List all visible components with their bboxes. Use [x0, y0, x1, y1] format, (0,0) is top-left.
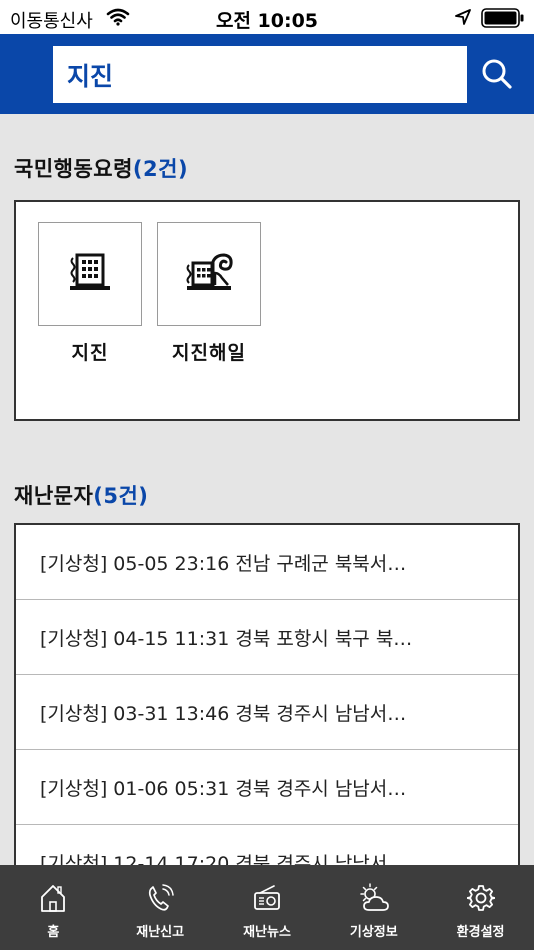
guide-card: 지진 지진해일	[14, 200, 520, 421]
guide-section-count: (2건)	[132, 157, 189, 181]
status-bar: 이동통신사 오전 10:05	[0, 0, 534, 34]
search-header	[0, 34, 534, 114]
search-box[interactable]	[53, 46, 467, 103]
tab-label: 기상정보	[349, 925, 398, 940]
guide-section-title: 국민행동요령(2건)	[14, 153, 188, 183]
phone-icon	[144, 881, 176, 915]
tab-label: 재난뉴스	[243, 925, 291, 940]
tab-label: 재난신고	[136, 925, 185, 940]
message-section-title: 재난문자(5건)	[14, 480, 148, 510]
guide-tile[interactable]	[38, 222, 142, 326]
gear-icon	[465, 881, 497, 915]
search-button[interactable]	[475, 54, 519, 98]
tab-news[interactable]: 재난뉴스	[214, 865, 321, 950]
search-icon	[481, 58, 513, 94]
radio-icon	[251, 881, 283, 915]
tab-settings[interactable]: 환경설정	[427, 865, 534, 950]
message-text: [기상청] 04-15 11:31 경북 포항시 북구 북…	[40, 627, 413, 650]
tab-home[interactable]: 홈	[0, 865, 107, 950]
message-text: [기상청] 05-05 23:16 전남 구례군 북북서…	[40, 552, 407, 575]
message-text: [기상청] 01-06 05:31 경북 경주시 남남서…	[40, 777, 407, 800]
weather-icon	[358, 881, 390, 915]
guide-item-label: 지진해일	[172, 342, 246, 364]
location-arrow-icon	[455, 9, 471, 29]
message-row[interactable]: [기상청] 03-31 13:46 경북 경주시 남남서…	[16, 675, 518, 750]
message-list: [기상청] 05-05 23:16 전남 구례군 북북서… [기상청] 04-1…	[14, 523, 520, 883]
tab-weather[interactable]: 기상정보	[320, 865, 427, 950]
tab-label: 환경설정	[456, 925, 505, 940]
search-input[interactable]	[53, 46, 467, 103]
message-row[interactable]: [기상청] 04-15 11:31 경북 포항시 북구 북…	[16, 600, 518, 675]
status-time: 오전 10:05	[215, 10, 319, 32]
building-icon	[68, 252, 112, 296]
guide-tile[interactable]	[157, 222, 261, 326]
tsunami-building-icon	[184, 251, 234, 297]
tab-report[interactable]: 재난신고	[107, 865, 214, 950]
message-row[interactable]: [기상청] 01-06 05:31 경북 경주시 남남서…	[16, 750, 518, 825]
home-icon	[37, 881, 69, 915]
guide-item-tsunami[interactable]: 지진해일	[157, 222, 261, 365]
message-text: [기상청] 03-31 13:46 경북 경주시 남남서…	[40, 702, 407, 725]
battery-icon	[481, 8, 525, 32]
guide-item-label: 지진	[71, 342, 109, 364]
tab-label: 홈	[47, 925, 60, 940]
message-section-count: (5건)	[93, 484, 149, 508]
guide-section-label: 국민행동요령	[14, 157, 133, 181]
message-section-label: 재난문자	[14, 484, 94, 508]
message-row[interactable]: [기상청] 05-05 23:16 전남 구례군 북북서…	[16, 525, 518, 600]
guide-item-earthquake[interactable]: 지진	[38, 222, 142, 365]
tab-bar: 홈 재난신고 재난뉴스 기상정보 환경설정	[0, 865, 534, 950]
